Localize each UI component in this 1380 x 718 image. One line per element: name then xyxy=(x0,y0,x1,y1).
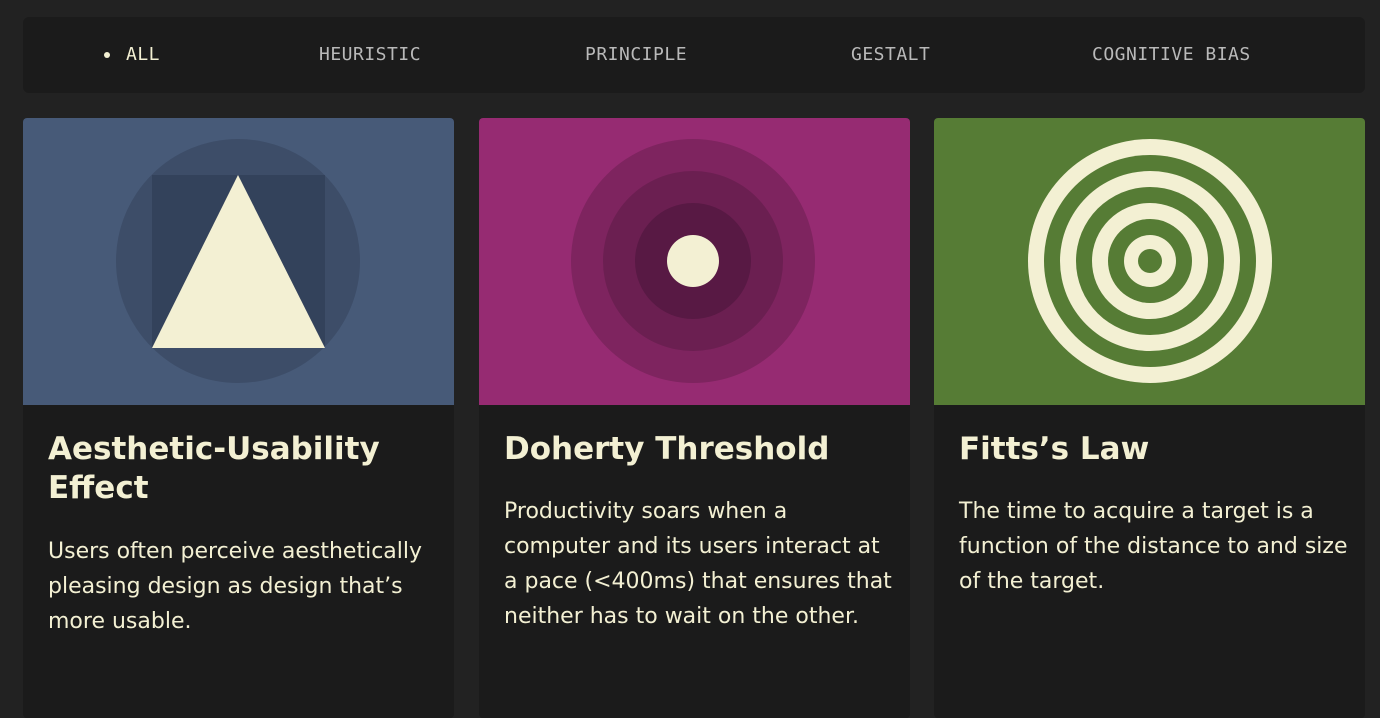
card-illustration xyxy=(479,118,910,405)
target-icon xyxy=(1028,139,1272,383)
filter-gestalt[interactable]: GESTALT xyxy=(851,17,930,93)
concentric-circles-icon xyxy=(571,139,815,383)
active-indicator-dot xyxy=(104,52,110,58)
filter-label: COGNITIVE BIAS xyxy=(1092,44,1251,65)
filter-label: PRINCIPLE xyxy=(585,44,688,65)
law-card-doherty-threshold[interactable]: Doherty Threshold Productivity soars whe… xyxy=(479,118,910,718)
filter-principle[interactable]: PRINCIPLE xyxy=(585,17,687,93)
card-illustration xyxy=(23,118,454,405)
filter-heuristic[interactable]: HEURISTIC xyxy=(319,17,421,93)
card-title: Aesthetic-Usability Effect xyxy=(48,431,380,506)
triangle-in-circle-icon xyxy=(116,139,360,383)
category-filter-bar: ALL HEURISTIC PRINCIPLE GESTALT COGNITIV… xyxy=(23,17,1365,93)
card-illustration xyxy=(934,118,1365,405)
filter-all[interactable]: ALL xyxy=(104,17,161,93)
filter-label: ALL xyxy=(126,44,161,65)
card-description: The time to acquire a target is a functi… xyxy=(959,499,1348,594)
filter-cognitive-bias[interactable]: COGNITIVE BIAS xyxy=(1092,17,1251,93)
card-title: Fitts’s Law xyxy=(959,431,1150,467)
filter-label: HEURISTIC xyxy=(319,44,422,65)
card-description: Productivity soars when a computer and i… xyxy=(504,499,892,629)
card-description: Users often perceive aesthetically pleas… xyxy=(48,539,423,634)
card-title: Doherty Threshold xyxy=(504,431,830,467)
filter-label: GESTALT xyxy=(851,44,931,65)
law-card-fitts-law[interactable]: Fitts’s Law The time to acquire a target… xyxy=(934,118,1365,718)
law-card-aesthetic-usability[interactable]: Aesthetic-Usability Effect Users often p… xyxy=(23,118,454,718)
